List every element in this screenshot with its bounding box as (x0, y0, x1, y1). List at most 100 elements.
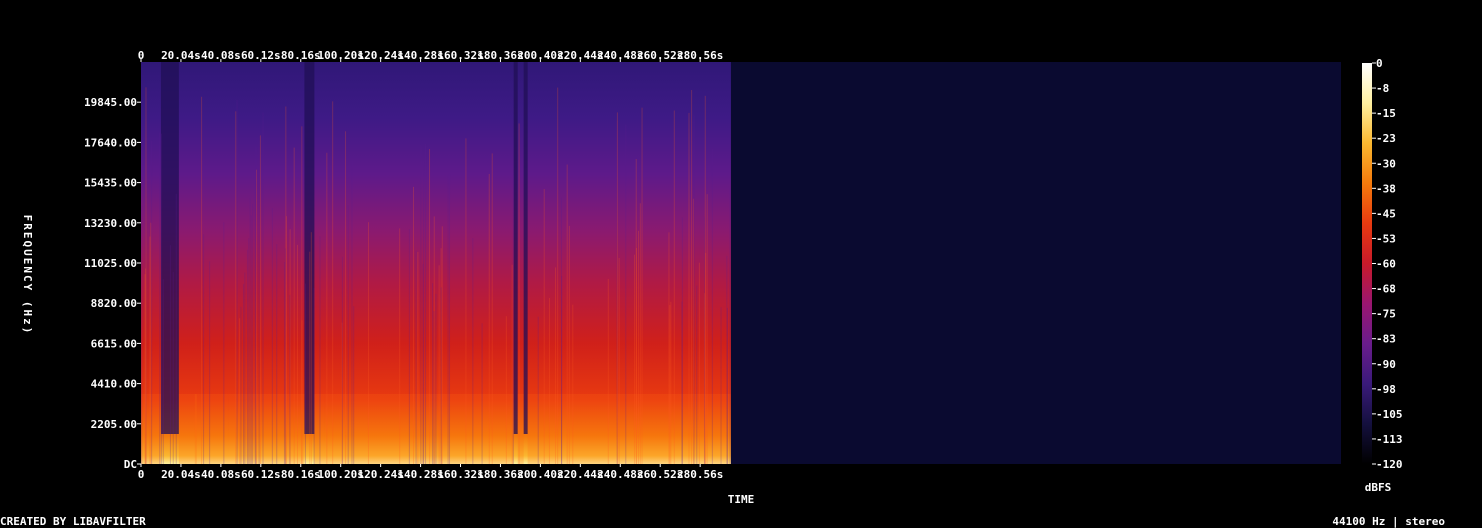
texture-stripe (415, 250, 417, 464)
x-axis-title: TIME (728, 493, 755, 506)
texture-stripe (568, 225, 570, 464)
y-axis-title: FREQUENCY (Hz) (21, 215, 34, 336)
texture-stripe (341, 256, 343, 464)
x-tick-label-top: 0 (138, 49, 145, 62)
texture-stripe (505, 316, 507, 464)
texture-stripe (435, 293, 437, 464)
texture-stripe (512, 174, 514, 464)
x-tick-label-top: 40.08s (201, 49, 241, 62)
texture-stripe (572, 304, 574, 464)
texture-stripe (172, 272, 174, 464)
texture-stripe (537, 316, 539, 464)
texture-stripe (289, 294, 291, 464)
texture-stripe (258, 146, 260, 464)
texture-stripe (413, 186, 415, 464)
texture-stripe (310, 232, 312, 464)
texture-stripe (255, 146, 257, 464)
colorbar-tick-label: -8 (1376, 82, 1389, 95)
texture-stripe (169, 245, 171, 464)
texture-stripe (240, 306, 242, 464)
texture-stripe (681, 217, 683, 464)
texture-stripe (555, 267, 557, 464)
colorbar-tick-label: -68 (1376, 283, 1396, 296)
texture-stripe (347, 205, 349, 464)
colorbar-tick-label: -98 (1376, 383, 1396, 396)
texture-stripe (432, 283, 434, 464)
sample-rate-text: 44100 Hz | stereo (1332, 515, 1445, 528)
texture-stripe (673, 110, 675, 465)
texture-stripe (726, 255, 728, 464)
texture-stripe (511, 264, 513, 464)
texture-stripe (259, 135, 261, 465)
x-tick-label-top: 60.12s (241, 49, 281, 62)
texture-stripe (246, 249, 248, 464)
x-tick-label-top: 80.16s (281, 49, 321, 62)
texture-stripe (566, 164, 568, 465)
texture-stripe (472, 238, 474, 464)
texture-stripe (201, 96, 203, 464)
colorbar-tick-label: -23 (1376, 132, 1396, 145)
texture-stripe (638, 230, 640, 464)
texture-stripe (319, 236, 321, 464)
texture-stripe (669, 305, 671, 464)
quiet-segment (523, 62, 528, 434)
colorbar-tick-label: -75 (1376, 308, 1396, 321)
colorbar-gradient (1362, 63, 1372, 464)
texture-stripe (304, 283, 306, 464)
y-tick-label: 6615.00 (91, 337, 137, 350)
x-tick-label-bottom: 80.16s (281, 468, 321, 481)
colorbar-tick-label: -113 (1376, 433, 1403, 446)
texture-stripe (420, 144, 422, 465)
texture-stripe (441, 226, 443, 464)
colorbar-tick-label: -15 (1376, 107, 1396, 120)
x-axis-bottom: 0 20.04s 40.08s 60.12s 80.16s100.20s120.24s1… (138, 464, 723, 481)
texture-stripe (706, 194, 708, 464)
texture-stripe (618, 257, 620, 464)
colorbar-tick-label: -53 (1376, 232, 1396, 245)
colorbar-label: dBFS (1365, 481, 1392, 494)
colorbar-tick-label: -30 (1376, 157, 1396, 170)
texture-stripe (518, 123, 520, 465)
texture-stripe (250, 215, 252, 464)
texture-stripe (711, 148, 713, 465)
loud-segment (517, 394, 524, 464)
x-tick-label-top: 20.04s (161, 49, 201, 62)
texture-stripe (633, 254, 635, 464)
texture-stripe (284, 248, 286, 464)
texture-stripe (491, 153, 493, 464)
texture-stripe (293, 147, 295, 464)
texture-stripe (639, 203, 641, 464)
texture-stripe (433, 311, 435, 464)
texture-stripe (252, 203, 254, 464)
texture-stripe (351, 160, 353, 464)
texture-stripe (705, 252, 707, 464)
x-tick-label-bottom: 40.08s (201, 468, 241, 481)
x-tick-label-bottom: 60.12s (241, 468, 281, 481)
texture-stripe (345, 131, 347, 464)
y-tick-label: 2205.00 (91, 418, 137, 431)
y-tick-label: 19845.00 (84, 96, 137, 109)
y-tick-label: 8820.00 (91, 297, 137, 310)
texture-stripe (548, 298, 550, 464)
silence-region (730, 62, 1341, 464)
y-tick-label: DC (124, 458, 137, 471)
texture-stripe (209, 261, 211, 464)
texture-stripe (271, 207, 273, 464)
y-tick-label: 17640.00 (84, 136, 137, 149)
colorbar-tick-label: -105 (1376, 408, 1403, 421)
x-tick-label-bottom: 0 (138, 468, 145, 481)
texture-stripe (429, 149, 431, 464)
loud-segment (314, 394, 325, 464)
texture-stripe (162, 279, 164, 464)
texture-stripe (296, 244, 298, 464)
texture-stripe (301, 126, 303, 464)
texture-stripe (422, 263, 424, 464)
texture-stripe (244, 272, 246, 464)
texture-stripe (243, 283, 245, 464)
texture-stripe (488, 173, 490, 464)
colorbar-tick-label: -38 (1376, 182, 1396, 195)
colorbar-tick-label: -83 (1376, 333, 1396, 346)
texture-stripe (729, 188, 731, 465)
texture-stripe (698, 262, 700, 464)
colorbar: 0 -8 -15 -23 -30 -38 -45 -53 -60 -68 -75 -83 -90 -98 -… (1362, 57, 1403, 471)
